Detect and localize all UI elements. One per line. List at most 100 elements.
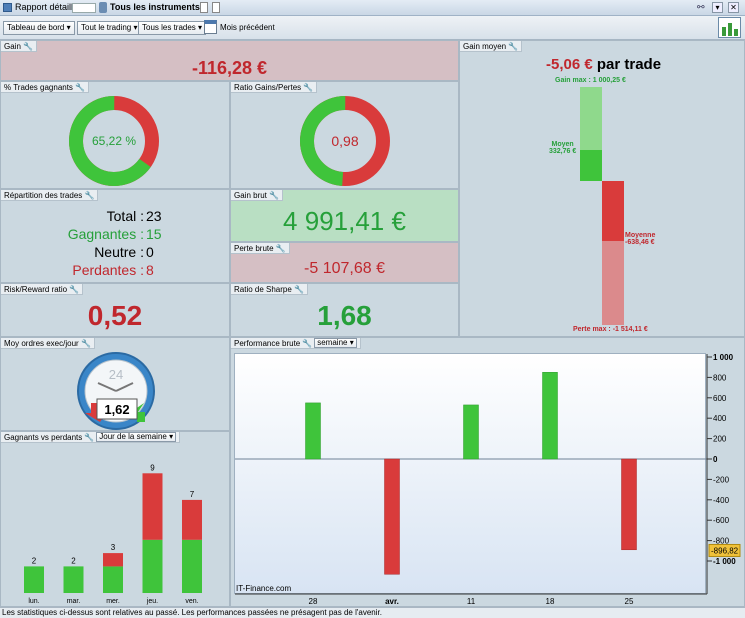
gross-gain-value: 4 991,41 € xyxy=(283,206,406,236)
risk-reward-value: 0,52 xyxy=(87,300,143,331)
gain-loss-ratio-panel: Ratio Gains/Pertes 🔧 0,98 xyxy=(230,81,459,189)
win-loss-weekday-chart: 2 lun. 2 mar. 3 mer. 9 jeu. 7 ven. xyxy=(24,463,202,605)
report-settings-icon[interactable] xyxy=(718,17,741,38)
gain-header: Gain 🔧 xyxy=(1,41,38,52)
sharpe-value: 1,68 xyxy=(317,300,372,331)
total-row: Total :23 xyxy=(106,208,162,224)
win-bar xyxy=(142,539,163,593)
window-title: Rapport détaillé xyxy=(15,2,79,12)
gross-loss-value: -5 107,68 € xyxy=(304,260,385,277)
wrench-icon[interactable]: 🔧 xyxy=(508,42,518,51)
dashboard-dropdown[interactable]: Tableau de bord ▾ xyxy=(3,21,75,35)
losing-row: Perdantes :8 xyxy=(72,262,154,278)
bar-total-label: 9 xyxy=(150,463,155,472)
gross-loss-panel: Perte brute 🔧 -5 107,68 € xyxy=(230,242,459,283)
avg-loss-label: Moyenne -638,46 € xyxy=(625,232,656,246)
calendar-icon[interactable] xyxy=(204,20,217,34)
gain-panel: Gain 🔧 -116,28 € xyxy=(0,40,459,81)
avg-gain-value: -5,06 € xyxy=(546,56,593,73)
performance-bar xyxy=(384,458,400,575)
loss-bar xyxy=(182,499,202,540)
page-icon[interactable] xyxy=(200,2,208,13)
chart-credit: IT-Finance.com xyxy=(236,584,291,593)
trade-distribution-header: Répartition des trades 🔧 xyxy=(1,190,99,201)
win-rate-value: 65,22 % xyxy=(92,134,136,148)
wrench-icon[interactable]: 🔧 xyxy=(294,285,304,294)
win-bar xyxy=(63,566,84,593)
avg-gain-label: Moyen 332,76 € xyxy=(549,141,577,155)
report-icon xyxy=(3,3,12,12)
y-tick-label: 1 000 xyxy=(713,353,734,362)
x-tick-label: avr. xyxy=(385,597,399,606)
y-tick-label: -600 xyxy=(713,516,730,525)
neutral-row: Neutre :0 xyxy=(94,244,154,260)
sharpe-header: Ratio de Sharpe 🔧 xyxy=(231,284,309,295)
trade-distribution-panel: Répartition des trades 🔧 Total :23 Gagna… xyxy=(0,189,230,283)
distribution-list: Total :23 Gagnantes :15 Neutre :0 Perdan… xyxy=(1,207,229,279)
gross-gain-panel: Gain brut 🔧 4 991,41 € xyxy=(230,189,459,242)
sharpe-panel: Ratio de Sharpe 🔧 1,68 xyxy=(230,283,459,337)
performance-bar xyxy=(621,458,637,551)
status-bar: Les statistiques ci-dessus sont relative… xyxy=(0,607,745,618)
weekday-label: jeu. xyxy=(146,598,158,605)
y-tick-label: 0 xyxy=(713,455,718,464)
y-tick-label: -1 000 xyxy=(713,557,736,566)
wrench-icon[interactable]: 🔧 xyxy=(69,285,79,294)
toolbar: Tableau de bord ▾ Tout le trading ▾ Tous… xyxy=(0,16,745,40)
clock-icon: 24 1,62 xyxy=(77,352,155,430)
wrench-icon[interactable]: 🔧 xyxy=(85,191,95,200)
account-field[interactable] xyxy=(72,3,96,13)
performance-bar xyxy=(305,402,321,460)
win-bar xyxy=(24,566,44,593)
avg-gain-panel: Gain moyen 🔧 -5,06 € par trade Gain max … xyxy=(459,40,745,337)
title-bar: Rapport détaillé Tous les instruments ▾ … xyxy=(0,0,745,16)
wrench-icon[interactable]: 🔧 xyxy=(276,244,286,253)
close-icon[interactable]: ✕ xyxy=(728,2,739,13)
trades-dropdown[interactable]: Tous les trades ▾ xyxy=(138,21,207,35)
y-tick-label: 800 xyxy=(713,373,727,382)
win-bar xyxy=(182,539,202,593)
x-tick-label: 18 xyxy=(546,597,555,606)
avg-loss-bar xyxy=(602,181,624,241)
orders-per-day-value: 1,62 xyxy=(104,402,129,417)
gain-value: -116,28 € xyxy=(191,58,268,78)
performance-bar xyxy=(463,404,479,460)
instrument-icon xyxy=(99,2,107,13)
weekday-label: ven. xyxy=(185,598,198,605)
y-tick-label: -200 xyxy=(713,475,730,484)
current-value-label: -896,82 xyxy=(711,546,739,555)
gain-loss-ratio-value: 0,98 xyxy=(331,133,358,149)
clock-number: 24 xyxy=(109,367,123,382)
avg-gain-bar xyxy=(580,150,602,181)
bar-total-label: 3 xyxy=(111,543,116,552)
gross-performance-panel: Performance brute 🔧 semaine ▾ 1 000 800 60… xyxy=(230,337,745,607)
bar-total-label: 7 xyxy=(190,490,195,499)
avg-gain-header: Gain moyen 🔧 xyxy=(460,41,523,52)
gain-max-bar xyxy=(580,87,602,150)
weekday-label: lun. xyxy=(28,598,39,605)
risk-reward-panel: Risk/Reward ratio 🔧 0,52 xyxy=(0,283,230,337)
max-loss-label: Perte max : -1 514,11 € xyxy=(573,326,648,333)
minimize-icon[interactable]: ▾ xyxy=(712,2,723,13)
max-loss-bar xyxy=(602,241,624,325)
period-label[interactable]: Mois précédent xyxy=(220,23,275,32)
y-tick-label: 200 xyxy=(713,435,727,444)
gain-max-label: Gain max : 1 000,25 € xyxy=(555,77,626,84)
x-tick-label: 11 xyxy=(467,597,476,606)
x-tick-label: 28 xyxy=(309,597,318,606)
wrench-icon[interactable]: 🔧 xyxy=(269,191,279,200)
wrench-icon[interactable]: 🔧 xyxy=(23,42,33,51)
status-text: Les statistiques ci-dessus sont relative… xyxy=(2,608,382,617)
win-loss-weekday-panel: Gagnants vs perdants 🔧 Jour de la semain… xyxy=(0,431,230,607)
loss-bar xyxy=(142,473,163,540)
gross-performance-chart: 1 0008006004002000-200-400-600-800-1 000… xyxy=(235,353,741,606)
instruments-dropdown[interactable]: Tous les instruments ▾ xyxy=(110,0,207,15)
trading-dropdown[interactable]: Tout le trading ▾ xyxy=(77,21,142,35)
risk-reward-header: Risk/Reward ratio 🔧 xyxy=(1,284,84,295)
copy-icon[interactable] xyxy=(212,2,220,13)
link-icon[interactable]: ⚯ xyxy=(697,2,705,13)
performance-bar xyxy=(542,372,558,460)
orders-per-day-panel: Moy ordres exec/jour 🔧 24 1,62 xyxy=(0,337,230,431)
bar-total-label: 2 xyxy=(32,556,37,565)
gain-loss-donut: 0,98 xyxy=(300,96,390,186)
